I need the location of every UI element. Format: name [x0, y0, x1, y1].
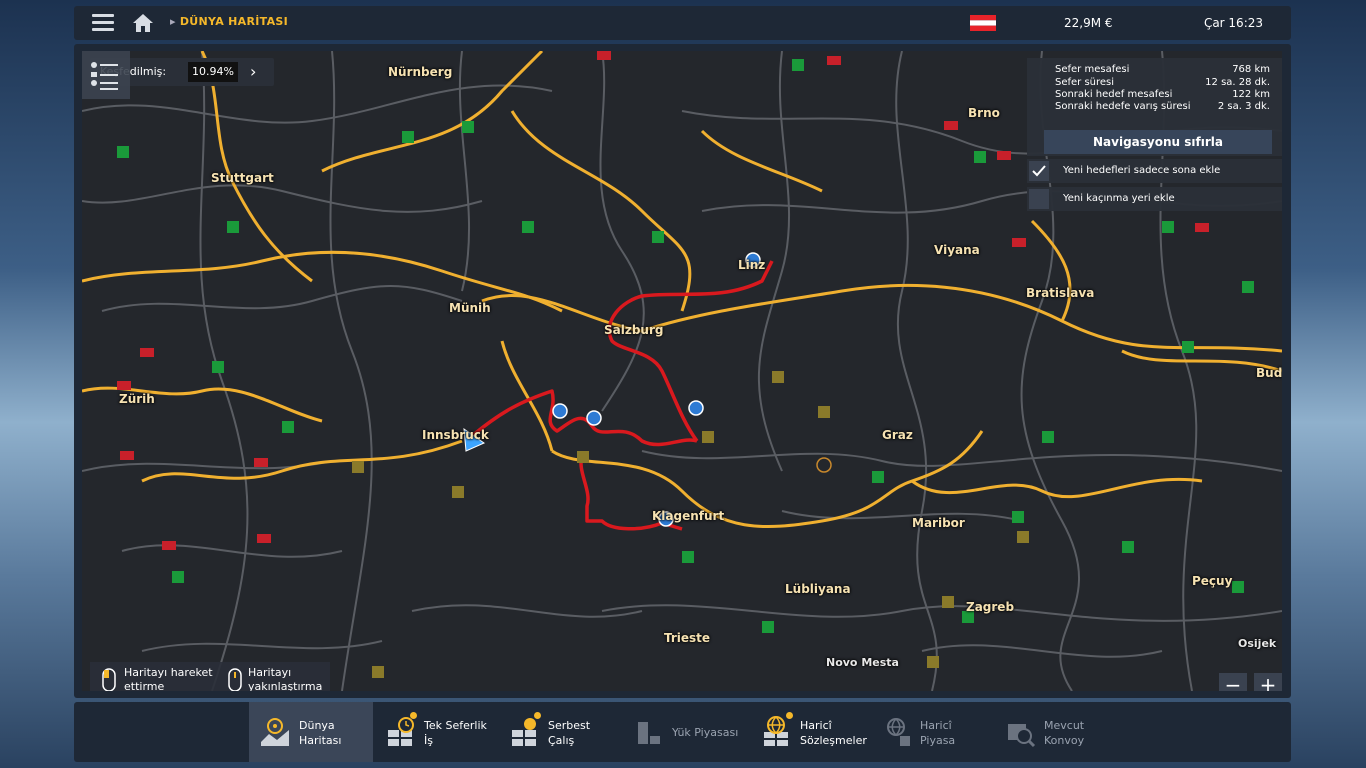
controls-hint: Haritayı hareket ettirme Haritayı yakınl… — [90, 662, 330, 691]
tab-external-market[interactable]: Haricî Piyasa — [870, 702, 990, 762]
city-label: Münih — [449, 301, 491, 315]
notification-dot — [410, 712, 417, 719]
tab-label: Haricî Piyasa — [920, 719, 956, 747]
tab-label: Mevcut Konvoy — [1044, 719, 1085, 747]
tab-label: Haricî Sözleşmeler — [800, 719, 867, 747]
map-frame: Nürnberg Stuttgart Brno Viyana Bratislav… — [74, 44, 1291, 698]
page-title: DÜNYA HARİTASI — [179, 15, 289, 28]
money-balance: 22,9M € — [1064, 16, 1113, 30]
route-info-key: Sefer mesafesi — [1055, 64, 1130, 75]
tab-label: Yük Piyasası — [672, 726, 739, 739]
checkbox[interactable] — [1029, 189, 1049, 209]
world-map[interactable]: Nürnberg Stuttgart Brno Viyana Bratislav… — [82, 51, 1282, 691]
city-label: Viyana — [934, 243, 980, 257]
breadcrumb: ▸ DÜNYA HARİTASI — [170, 15, 289, 28]
city-label: Linz — [738, 258, 766, 272]
country-flag-icon — [970, 15, 996, 31]
option-add-destinations-to-end[interactable]: Yeni hedefleri sadece sona ekle — [1027, 159, 1282, 183]
legend-icon[interactable] — [82, 51, 130, 99]
hint-zoom: Haritayı yakınlaştırma — [248, 666, 323, 691]
quick-job-icon — [388, 717, 414, 746]
option-label: Yeni hedefleri sadece sona ekle — [1063, 165, 1221, 176]
mouse-wheel-icon — [228, 668, 242, 691]
city-label: Salzburg — [604, 323, 664, 337]
freight-icon — [512, 718, 536, 746]
map-icon — [261, 718, 289, 746]
city-label: Nürnberg — [388, 65, 453, 79]
game-clock: Çar 16:23 — [1203, 16, 1263, 30]
route-info-value: 12 sa. 28 dk. — [1205, 77, 1270, 88]
route-info-key: Sefer süresi — [1055, 77, 1115, 88]
city-label: Novo Mesta — [826, 656, 899, 669]
mouse-left-icon — [102, 668, 116, 691]
menu-icon[interactable] — [92, 14, 114, 32]
checkmark-icon[interactable] — [1029, 161, 1049, 181]
city-label: Bratislava — [1026, 286, 1095, 300]
route-info-panel: Sefer mesafesi 768 km Sefer süresi 12 sa… — [1027, 58, 1282, 156]
cargo-market-icon — [638, 722, 660, 744]
tab-cargo-market[interactable]: Yük Piyasası — [622, 702, 746, 762]
city-label: Zürih — [119, 392, 155, 406]
route-info-value: 2 sa. 3 dk. — [1217, 101, 1270, 112]
tab-label: Serbest Çalış — [548, 719, 591, 747]
city-label: Klagenfurt — [652, 509, 725, 523]
route-info-value: 768 km — [1232, 64, 1270, 75]
tab-freight-market[interactable]: Serbest Çalış — [498, 702, 618, 762]
route-info-key: Sonraki hedefe varış süresi — [1055, 101, 1191, 112]
hint-move: Haritayı hareket ettirme — [124, 666, 213, 691]
city-label: Graz — [882, 428, 913, 442]
tab-label: Dünya Haritası — [299, 719, 342, 747]
tab-external-contracts[interactable]: Haricî Sözleşmeler — [750, 702, 874, 762]
city-label: Maribor — [912, 516, 965, 530]
explored-value: 10.94% — [188, 62, 238, 82]
globe-icon — [887, 718, 910, 746]
zoom-in-button[interactable]: + — [1254, 673, 1282, 691]
city-label: Innsbruck — [422, 428, 489, 442]
tab-label: Tek Seferlik İş — [424, 719, 487, 747]
globe-icon — [764, 716, 788, 746]
city-label: Brno — [968, 106, 1000, 120]
chevron-right-icon[interactable]: › — [250, 62, 268, 82]
notification-dot — [534, 712, 541, 719]
zoom-out-button[interactable]: − — [1219, 673, 1247, 691]
city-label: Budap — [1256, 366, 1282, 380]
city-label: Stuttgart — [211, 171, 274, 185]
tab-quick-job[interactable]: Tek Seferlik İş — [374, 702, 494, 762]
route-info-key: Sonraki hedef mesafesi — [1055, 89, 1173, 100]
city-label: Osijek — [1238, 637, 1277, 650]
city-label: Lübliyana — [785, 582, 851, 596]
bottom-nav: Dünya Haritası Tek Seferlik İş Serbest Ç… — [74, 702, 1291, 762]
option-label: Yeni kaçınma yeri ekle — [1063, 193, 1175, 204]
city-label: Zagreb — [966, 600, 1015, 614]
route-info-value: 122 km — [1232, 89, 1270, 100]
city-label: Peçuy — [1192, 574, 1233, 588]
tab-current-convoy[interactable]: Mevcut Konvoy — [994, 702, 1118, 762]
city-label: Trieste — [664, 631, 711, 645]
top-bar: ▸ DÜNYA HARİTASI 22,9M € Çar 16:23 — [74, 6, 1291, 40]
notification-dot — [786, 712, 793, 719]
convoy-icon — [1008, 724, 1036, 748]
option-add-avoid-point[interactable]: Yeni kaçınma yeri ekle — [1027, 187, 1282, 211]
reset-navigation-button[interactable]: Navigasyonu sıfırla — [1044, 130, 1272, 154]
home-icon[interactable] — [132, 13, 154, 33]
tab-world-map[interactable]: Dünya Haritası — [249, 702, 373, 762]
